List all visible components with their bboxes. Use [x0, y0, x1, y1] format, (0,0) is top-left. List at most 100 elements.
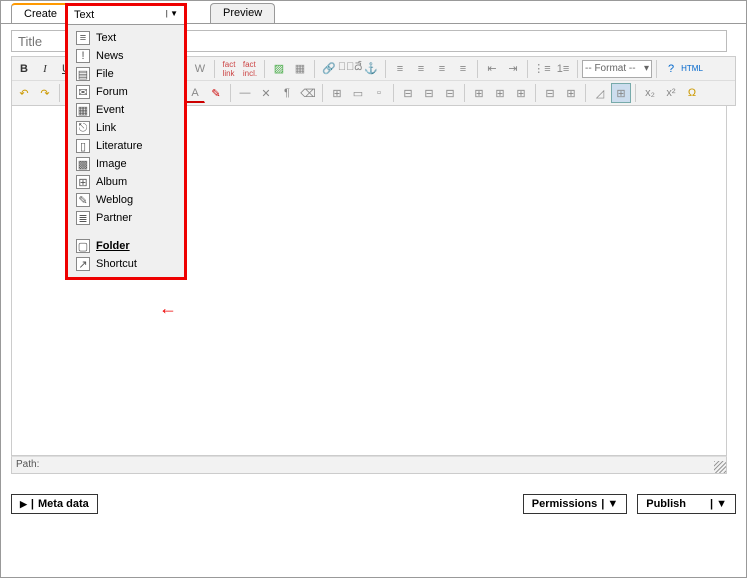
resize-handle[interactable]	[714, 461, 726, 473]
hr-button[interactable]: —	[235, 83, 255, 103]
link-button[interactable]: 🔗	[319, 59, 339, 79]
align-justify-button[interactable]: ≡	[453, 59, 473, 79]
image-button[interactable]: ▨	[269, 59, 289, 79]
bottom-bar: ▶ | Meta data Permissions | ▼ Publish | …	[1, 480, 746, 528]
dropdown-item-literature[interactable]: ▯Literature	[68, 137, 184, 155]
dropdown-item-weblog[interactable]: ✎Weblog	[68, 191, 184, 209]
separator	[527, 60, 528, 78]
bg-color-button[interactable]: ✎	[206, 83, 226, 103]
remove-format-button[interactable]: ✕	[256, 83, 276, 103]
permissions-button[interactable]: Permissions | ▼	[523, 494, 627, 514]
outdent-button[interactable]: ⇤	[482, 59, 502, 79]
literature-icon: ▯	[76, 139, 90, 153]
dropdown-item-news[interactable]: !News	[68, 47, 184, 65]
forum-icon: ✉	[76, 85, 90, 99]
help-button[interactable]: ?	[661, 59, 681, 79]
merge-cells-button[interactable]: ⊞	[561, 83, 581, 103]
row-before-button[interactable]: ⊟	[398, 83, 418, 103]
dropdown-item-text[interactable]: ≡Text	[68, 29, 184, 47]
delete-col-button[interactable]: ⊞	[511, 83, 531, 103]
media-button[interactable]: ▦	[290, 59, 310, 79]
permissions-label: Permissions	[532, 498, 597, 510]
eraser-button[interactable]: ◿	[590, 83, 610, 103]
redo-button[interactable]: ↷	[35, 83, 55, 103]
italic-button[interactable]: I	[35, 59, 55, 79]
separator	[264, 60, 265, 78]
format-select[interactable]: -- Format --▾	[582, 60, 652, 78]
separator	[635, 84, 636, 102]
type-dropdown: Text | ▼ ≡Text !News ▤File ✉Forum ▦Event…	[65, 3, 187, 280]
highlight-arrow-icon: ←	[159, 298, 177, 319]
dropdown-item-partner[interactable]: ≣Partner	[68, 209, 184, 227]
link-icon: ⎋	[76, 121, 90, 135]
separator	[535, 84, 536, 102]
subscript-button[interactable]: x₂	[640, 83, 660, 103]
factlink-button[interactable]: factlink	[219, 59, 239, 79]
separator	[464, 84, 465, 102]
dropdown-list: ≡Text !News ▤File ✉Forum ▦Event ⎋Link ▯L…	[68, 25, 184, 277]
dropdown-item-folder[interactable]: ▢Folder	[68, 237, 184, 255]
separator	[214, 60, 215, 78]
image-icon: ▩	[76, 157, 90, 171]
text-color-button[interactable]: A	[185, 83, 205, 103]
visual-chars-button[interactable]: ¶	[277, 83, 297, 103]
event-icon: ▦	[76, 103, 90, 117]
separator	[314, 60, 315, 78]
align-right-button[interactable]: ≡	[432, 59, 452, 79]
publish-button[interactable]: Publish | ▼	[637, 494, 736, 514]
separator	[322, 84, 323, 102]
dropdown-item-file[interactable]: ▤File	[68, 65, 184, 83]
cleanup-button[interactable]: ⌫	[298, 83, 318, 103]
news-icon: !	[76, 49, 90, 63]
undo-button[interactable]: ↶	[14, 83, 34, 103]
html-button[interactable]: HTML	[682, 59, 702, 79]
dropdown-arrow-icon: | ▼	[166, 9, 178, 21]
separator	[477, 60, 478, 78]
folder-icon: ▢	[76, 239, 90, 253]
superscript-button[interactable]: x²	[661, 83, 681, 103]
row-after-button[interactable]: ⊟	[419, 83, 439, 103]
split-cells-button[interactable]: ⊟	[540, 83, 560, 103]
dropdown-item-link[interactable]: ⎋Link	[68, 119, 184, 137]
separator	[230, 84, 231, 102]
bold-button[interactable]: B	[14, 59, 34, 79]
delete-row-button[interactable]: ⊟	[440, 83, 460, 103]
number-list-button[interactable]: 1≡	[553, 59, 573, 79]
unlink-button[interactable]: �ందే	[340, 59, 360, 79]
align-center-button[interactable]: ≡	[411, 59, 431, 79]
row-props-button[interactable]: ▭	[348, 83, 368, 103]
publish-label: Publish	[646, 498, 686, 510]
meta-data-label: Meta data	[38, 498, 89, 510]
separator	[585, 84, 586, 102]
text-icon: ≡	[76, 31, 90, 45]
guidelines-button[interactable]: ⊞	[611, 83, 631, 103]
factincl-button[interactable]: factincl.	[240, 59, 260, 79]
tab-create[interactable]: Create	[11, 3, 70, 23]
table-button[interactable]: ⊞	[327, 83, 347, 103]
expand-icon: ▶	[20, 499, 27, 510]
col-after-button[interactable]: ⊞	[490, 83, 510, 103]
dropdown-item-event[interactable]: ▦Event	[68, 101, 184, 119]
bullet-list-button[interactable]: ⋮≡	[532, 59, 552, 79]
dropdown-item-forum[interactable]: ✉Forum	[68, 83, 184, 101]
dropdown-item-album[interactable]: ⊞Album	[68, 173, 184, 191]
file-icon: ▤	[76, 67, 90, 81]
shortcut-icon: ↗	[76, 257, 90, 271]
align-left-button[interactable]: ≡	[390, 59, 410, 79]
col-before-button[interactable]: ⊞	[469, 83, 489, 103]
dropdown-header-label: Text	[74, 9, 94, 21]
dropdown-item-shortcut[interactable]: ↗Shortcut	[68, 255, 184, 273]
separator	[577, 60, 578, 78]
separator	[59, 84, 60, 102]
meta-data-button[interactable]: ▶ | Meta data	[11, 494, 98, 514]
paste-word-button[interactable]: W	[190, 59, 210, 79]
cell-props-button[interactable]: ▫	[369, 83, 389, 103]
special-char-button[interactable]: Ω	[682, 83, 702, 103]
dropdown-item-image[interactable]: ▩Image	[68, 155, 184, 173]
indent-button[interactable]: ⇥	[503, 59, 523, 79]
weblog-icon: ✎	[76, 193, 90, 207]
tab-preview[interactable]: Preview	[210, 3, 275, 23]
anchor-button[interactable]: ⚓	[361, 59, 381, 79]
dropdown-header[interactable]: Text | ▼	[68, 6, 184, 25]
album-icon: ⊞	[76, 175, 90, 189]
